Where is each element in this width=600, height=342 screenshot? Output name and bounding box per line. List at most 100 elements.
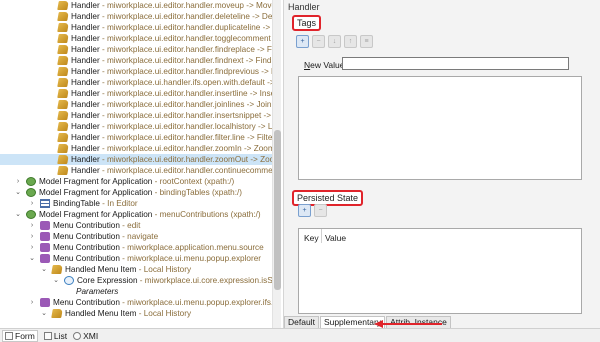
- bottom-tabs: Form List XMI: [0, 328, 600, 342]
- tree-row[interactable]: Handler - miworkplace.ui.editor.handler.…: [0, 22, 272, 33]
- tree-row-type: Handled Menu Item: [65, 265, 137, 274]
- collapse-chevron-icon[interactable]: ⌄: [40, 264, 48, 275]
- tree-row-type: Handler: [71, 1, 100, 10]
- tree-row-type: Handler: [71, 144, 100, 153]
- tree-row-label: Handler - miworkplace.ui.editor.handler.…: [71, 143, 272, 154]
- tree-row[interactable]: Handler - miworkplace.ui.editor.handler.…: [0, 33, 272, 44]
- handler-icon: [57, 45, 69, 54]
- tree-row[interactable]: › Menu Contribution - miworkplace.applica…: [0, 242, 272, 253]
- move-up-icon[interactable]: ↑: [344, 35, 357, 48]
- tree-row-detail: - miworkplace.ui.editor.handler.localhis…: [101, 122, 272, 131]
- tree-row-label: Handler - miworkplace.ui.editor.handler.…: [71, 44, 272, 55]
- expand-chevron-icon[interactable]: ›: [28, 297, 36, 308]
- key-column-header[interactable]: Key: [304, 233, 319, 243]
- tree-row-type: Handler: [71, 166, 100, 175]
- move-down-icon[interactable]: ↓: [328, 35, 341, 48]
- collapse-chevron-icon[interactable]: ⌄: [28, 253, 36, 264]
- tree-row[interactable]: › Model Fragment for Application - rootCo…: [0, 176, 272, 187]
- tree-row[interactable]: › Menu Contribution - navigate: [0, 231, 272, 242]
- scrollbar-thumb[interactable]: [274, 130, 281, 290]
- tree-row[interactable]: ⌄ Handled Menu Item - Local History: [0, 308, 272, 319]
- tree-row-type: Handler: [71, 34, 100, 43]
- pane-title: Handler: [288, 2, 320, 12]
- tree-row[interactable]: Handler - miworkplace.ui.handler.ifs.ope…: [0, 77, 272, 88]
- handler-icon: [57, 111, 69, 120]
- tree-row-label: Menu Contribution - navigate: [53, 231, 158, 242]
- value-column-header[interactable]: Value: [325, 233, 346, 243]
- menu-contribution-icon: [40, 221, 50, 230]
- tree-row[interactable]: Handler - miworkplace.ui.editor.handler.…: [0, 110, 272, 121]
- tree-row[interactable]: Handler - miworkplace.ui.editor.handler.…: [0, 143, 272, 154]
- tab-form[interactable]: Form: [2, 329, 38, 342]
- model-fragment-icon: [26, 177, 36, 186]
- tree-row[interactable]: Handler - miworkplace.ui.editor.handler.…: [0, 55, 272, 66]
- tab-list[interactable]: List: [43, 331, 67, 341]
- expand-chevron-icon[interactable]: ›: [28, 231, 36, 242]
- tree-row[interactable]: Handler - miworkplace.ui.editor.handler.…: [0, 121, 272, 132]
- tree-row-label: Parameters: [76, 286, 118, 297]
- tree-row-detail: - miworkplace.ui.editor.handler.joinline…: [101, 100, 272, 109]
- tree-row[interactable]: ⌄ Model Fragment for Application - bindin…: [0, 187, 272, 198]
- xmi-icon: [73, 331, 82, 340]
- tab-default[interactable]: Default: [284, 316, 319, 328]
- expand-chevron-icon[interactable]: ›: [28, 198, 36, 209]
- red-annotation-arrow-icon: [374, 320, 442, 328]
- tree-row-detail: - miworkplace.ui.menu.popup.explorer.ifs…: [119, 298, 272, 307]
- tree-row[interactable]: ⌄ Handled Menu Item - Local History: [0, 264, 272, 275]
- column-divider[interactable]: [321, 229, 322, 243]
- collapse-chevron-icon[interactable]: ⌄: [40, 308, 48, 319]
- tree-row-type: Handler: [71, 78, 100, 87]
- add-entry-icon[interactable]: +: [298, 204, 311, 217]
- tree-row-type: Handler: [71, 133, 100, 142]
- handler-icon: [57, 67, 69, 76]
- new-value-label: New Value:: [304, 60, 347, 70]
- tree-row[interactable]: Handler - miworkplace.ui.editor.handler.…: [0, 11, 272, 22]
- remove-entry-icon[interactable]: −: [314, 204, 327, 217]
- tree-row[interactable]: Handler - miworkplace.ui.editor.handler.…: [0, 44, 272, 55]
- tree-row[interactable]: Parameters: [0, 286, 272, 297]
- tree-row-detail: - edit: [119, 221, 141, 230]
- tree-row[interactable]: Handler - miworkplace.ui.editor.handler.…: [0, 165, 272, 176]
- tree-row-label: Menu Contribution - edit: [53, 220, 140, 231]
- tree-row-label: BindingTable - In Editor: [53, 198, 138, 209]
- tab-xmi-label: XMI: [83, 330, 99, 341]
- tree-row-detail: - miworkplace.ui.handler.ifs.open.with.d…: [99, 78, 272, 87]
- tree-row[interactable]: Handler - miworkplace.ui.editor.handler.…: [0, 99, 272, 110]
- expand-chevron-icon[interactable]: ›: [14, 176, 22, 187]
- expand-chevron-icon[interactable]: ›: [28, 220, 36, 231]
- tree-row-label: Model Fragment for Application - binding…: [39, 187, 242, 198]
- tree-row[interactable]: Handler - miworkplace.ui.editor.handler.…: [0, 66, 272, 77]
- tree-row[interactable]: › Menu Contribution - edit: [0, 220, 272, 231]
- tree-row[interactable]: Handler - miworkplace.ui.editor.handler.…: [0, 0, 272, 11]
- list-icon: [43, 331, 52, 340]
- tree-row-label: Menu Contribution - miworkplace.ui.menu.…: [53, 253, 261, 264]
- tree-row-detail: - miworkplace.ui.editor.handler.moveup -…: [101, 1, 272, 10]
- sort-icon[interactable]: ≡: [360, 35, 373, 48]
- core-expression-icon: [64, 276, 74, 285]
- tree-row[interactable]: › Menu Contribution - miworkplace.ui.menu…: [0, 297, 272, 308]
- tree-row-type: Handler: [71, 155, 100, 164]
- collapse-chevron-icon[interactable]: ⌄: [14, 187, 22, 198]
- model-tree[interactable]: Handler - miworkplace.ui.editor.handler.…: [0, 0, 272, 328]
- tree-row[interactable]: ⌄ Model Fragment for Application - menuCo…: [0, 209, 272, 220]
- tree-row[interactable]: ⌄ Core Expression - miworkplace.ui.core.e…: [0, 275, 272, 286]
- tree-row-detail: - miworkplace.ui.editor.handler.findnext…: [99, 56, 272, 65]
- tree-vertical-scrollbar[interactable]: [272, 0, 281, 328]
- tree-row[interactable]: ⌄ Menu Contribution - miworkplace.ui.menu…: [0, 253, 272, 264]
- remove-tag-icon[interactable]: −: [312, 35, 325, 48]
- tree-row[interactable]: › BindingTable - In Editor: [0, 198, 272, 209]
- tree-row[interactable]: Handler - miworkplace.ui.editor.handler.…: [0, 88, 272, 99]
- tab-xmi[interactable]: XMI: [73, 331, 98, 341]
- collapse-chevron-icon[interactable]: ⌄: [14, 209, 22, 220]
- tree-row[interactable]: Handler - miworkplace.ui.editor.handler.…: [0, 154, 272, 165]
- tree-row-type: Handler: [71, 67, 100, 76]
- tree-row-label: Model Fragment for Application - rootCon…: [39, 176, 234, 187]
- tree-row-detail: - miworkplace.ui.editor.handler.deleteli…: [101, 12, 272, 21]
- add-tag-icon[interactable]: +: [296, 35, 309, 48]
- new-value-input[interactable]: [342, 57, 569, 70]
- persisted-state-table[interactable]: Key Value: [298, 228, 582, 314]
- collapse-chevron-icon[interactable]: ⌄: [52, 275, 60, 286]
- expand-chevron-icon[interactable]: ›: [28, 242, 36, 253]
- tags-list[interactable]: [298, 76, 582, 180]
- tree-row[interactable]: Handler - miworkplace.ui.editor.handler.…: [0, 132, 272, 143]
